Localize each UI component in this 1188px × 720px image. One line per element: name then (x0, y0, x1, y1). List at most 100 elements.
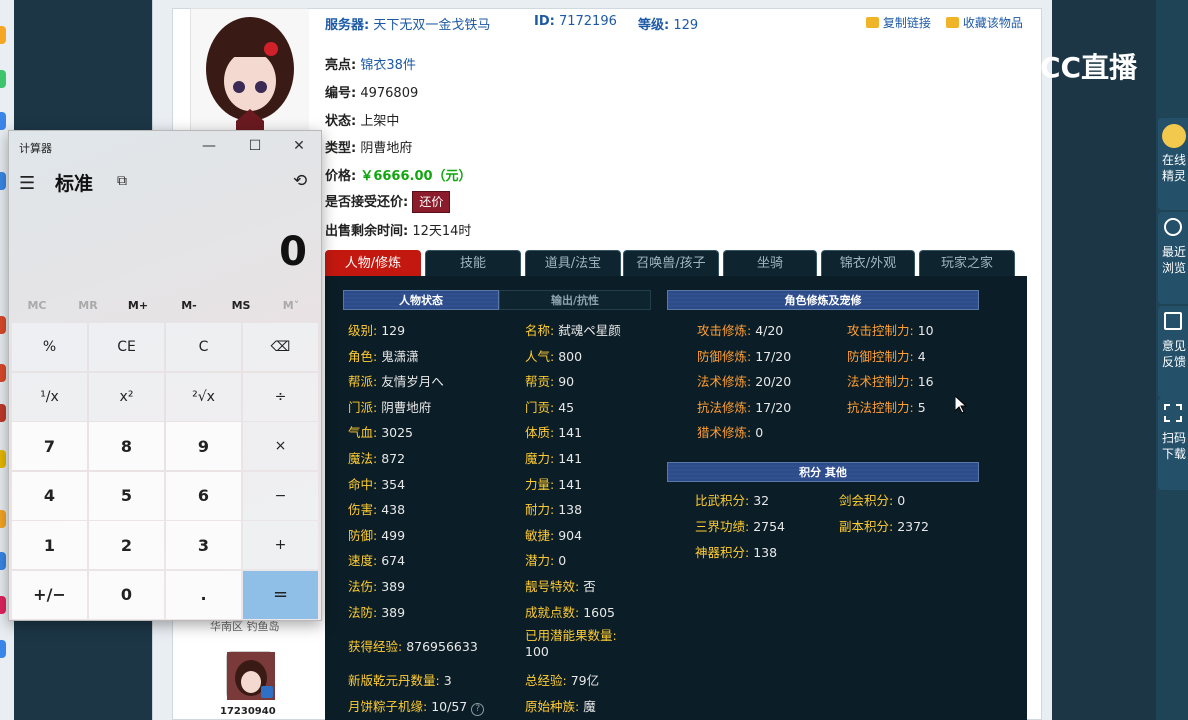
header-status[interactable]: 人物状态 (343, 290, 499, 310)
cultivation-label: 法术修炼: (697, 374, 752, 390)
dock-app-icon[interactable] (0, 26, 6, 44)
digit-7-button[interactable]: 7 (12, 422, 87, 470)
equals-button[interactable]: = (243, 570, 318, 619)
dock-app-icon[interactable] (0, 450, 6, 468)
digit-2-button[interactable]: 2 (89, 521, 164, 569)
right-panel-recent[interactable]: 最近浏览 (1158, 212, 1188, 304)
subtract-button[interactable]: − (243, 471, 318, 520)
cultivation-label: 抗法修炼: (697, 399, 752, 415)
dock-app-icon[interactable] (0, 112, 6, 130)
dock-app-icon[interactable] (0, 510, 6, 528)
stat-row: 成就点数: 1605 (525, 602, 615, 621)
seller-avatar[interactable] (226, 651, 275, 700)
stat-row: 气血: 3025 (348, 422, 413, 441)
add-button[interactable]: + (243, 521, 318, 569)
digit-3-button[interactable]: 3 (166, 521, 241, 569)
memory-subtract-button[interactable]: M- (164, 299, 214, 312)
stat-label: 总经验: (525, 673, 567, 688)
copy-link-button[interactable]: 复制链接 (866, 14, 931, 31)
stat-row: 门贡: 45 (525, 397, 574, 416)
bargain-button[interactable]: 还价 (412, 191, 451, 213)
points-label: 神器积分: (695, 545, 750, 560)
dock-app-icon[interactable] (0, 596, 6, 614)
remaining-row: 出售剩余时间: 12天14时 (325, 220, 471, 239)
digit-1-button[interactable]: 1 (12, 521, 87, 569)
stat-row: 速度: 674 (348, 550, 405, 569)
right-panel-feedback[interactable]: 意见反馈 (1158, 306, 1188, 398)
points-value: 32 (749, 493, 770, 508)
stat-row: 比武积分: 32 (695, 490, 769, 509)
maximize-button[interactable]: ☐ (235, 134, 275, 158)
tab-character[interactable]: 人物/修炼 (325, 250, 421, 276)
history-icon[interactable]: ⟲ (293, 171, 307, 191)
negate-button[interactable]: +/− (12, 570, 87, 619)
stat-value: 鬼潇潇 (377, 348, 419, 364)
percent-button[interactable]: % (12, 323, 87, 371)
memory-list-button[interactable]: M˅ (266, 299, 316, 312)
digit-4-button[interactable]: 4 (12, 471, 87, 520)
id-value: 7172196 (558, 14, 617, 29)
keep-on-top-icon[interactable]: ⧉ (117, 173, 127, 189)
tab-items[interactable]: 道具/法宝 (525, 250, 621, 276)
stat-value: 0 (554, 553, 567, 569)
memory-add-button[interactable]: M+ (113, 299, 163, 312)
header-output[interactable]: 输出/抗性 (499, 290, 651, 310)
digit-6-button[interactable]: 6 (166, 471, 241, 520)
stat-value: 3 (443, 673, 452, 688)
right-panel-download[interactable]: 扫码下载 (1158, 398, 1188, 490)
right-panel-label: 最近浏览 (1162, 245, 1187, 275)
dock-app-icon[interactable] (0, 316, 6, 334)
points-label: 三界功绩: (695, 519, 750, 534)
right-panel-label: 在线精灵 (1162, 153, 1187, 183)
backspace-button[interactable]: ⌫ (243, 323, 318, 371)
stat-row: 剑会积分: 0 (839, 490, 905, 509)
reciprocal-button[interactable]: ¹/x (12, 372, 87, 421)
divide-button[interactable]: ÷ (243, 372, 318, 421)
number-value: 4976809 (360, 86, 419, 101)
multiply-button[interactable]: × (243, 422, 318, 470)
stat-row: 攻击修炼: 4/20 (697, 320, 783, 339)
square-root-button[interactable]: ²√x (166, 372, 241, 421)
digit-8-button[interactable]: 8 (89, 422, 164, 470)
stat-pill: 新版乾元丹数量: 3 (348, 670, 452, 689)
memory-clear-button[interactable]: MC (12, 299, 62, 312)
dock-app-icon[interactable] (0, 172, 6, 190)
stat-value: 499 (377, 527, 406, 543)
tab-home[interactable]: 玩家之家 (919, 250, 1015, 276)
dock-app-icon[interactable] (0, 552, 6, 570)
remaining-label: 出售剩余时间: (325, 224, 409, 239)
highlight-value[interactable]: 锦衣38件 (360, 58, 416, 73)
memory-store-button[interactable]: MS (216, 299, 266, 312)
stat-label: 门派: (348, 399, 378, 415)
favorite-button[interactable]: 收藏该物品 (946, 14, 1023, 31)
digit-5-button[interactable]: 5 (89, 471, 164, 520)
close-button[interactable]: ✕ (279, 134, 319, 158)
stat-row: 抗法控制力: 5 (847, 397, 926, 416)
dock-app-icon[interactable] (0, 70, 6, 88)
level-value: 129 (673, 18, 699, 33)
clear-button[interactable]: C (166, 323, 241, 371)
hamburger-menu-icon[interactable]: ☰ (19, 173, 35, 194)
tab-outfits[interactable]: 锦衣/外观 (821, 250, 915, 276)
tab-skills[interactable]: 技能 (425, 250, 521, 276)
cultivation-label: 猎术修炼: (697, 425, 752, 441)
dock-app-icon[interactable] (0, 640, 6, 658)
dock-app-icon[interactable] (0, 364, 6, 382)
clear-entry-button[interactable]: CE (89, 323, 164, 371)
type-label: 类型: (325, 141, 357, 156)
square-button[interactable]: x² (89, 372, 164, 421)
help-icon[interactable]: ? (471, 703, 485, 716)
stat-label: 命中: (348, 476, 378, 492)
right-panel-online-helper[interactable]: 在线精灵 (1158, 118, 1188, 210)
stat-label: 帮派: (348, 374, 378, 390)
dock-app-icon[interactable] (0, 404, 6, 422)
digit-9-button[interactable]: 9 (166, 422, 241, 470)
stat-label: 敏捷: (525, 527, 555, 543)
digit-0-button[interactable]: 0 (89, 570, 164, 619)
minimize-button[interactable]: — (189, 134, 229, 158)
memory-recall-button[interactable]: MR (63, 299, 113, 312)
stat-value: 阴曹地府 (377, 399, 432, 415)
decimal-button[interactable]: . (166, 570, 241, 619)
tab-pets[interactable]: 召唤兽/孩子 (623, 250, 719, 276)
tab-mounts[interactable]: 坐骑 (723, 250, 817, 276)
